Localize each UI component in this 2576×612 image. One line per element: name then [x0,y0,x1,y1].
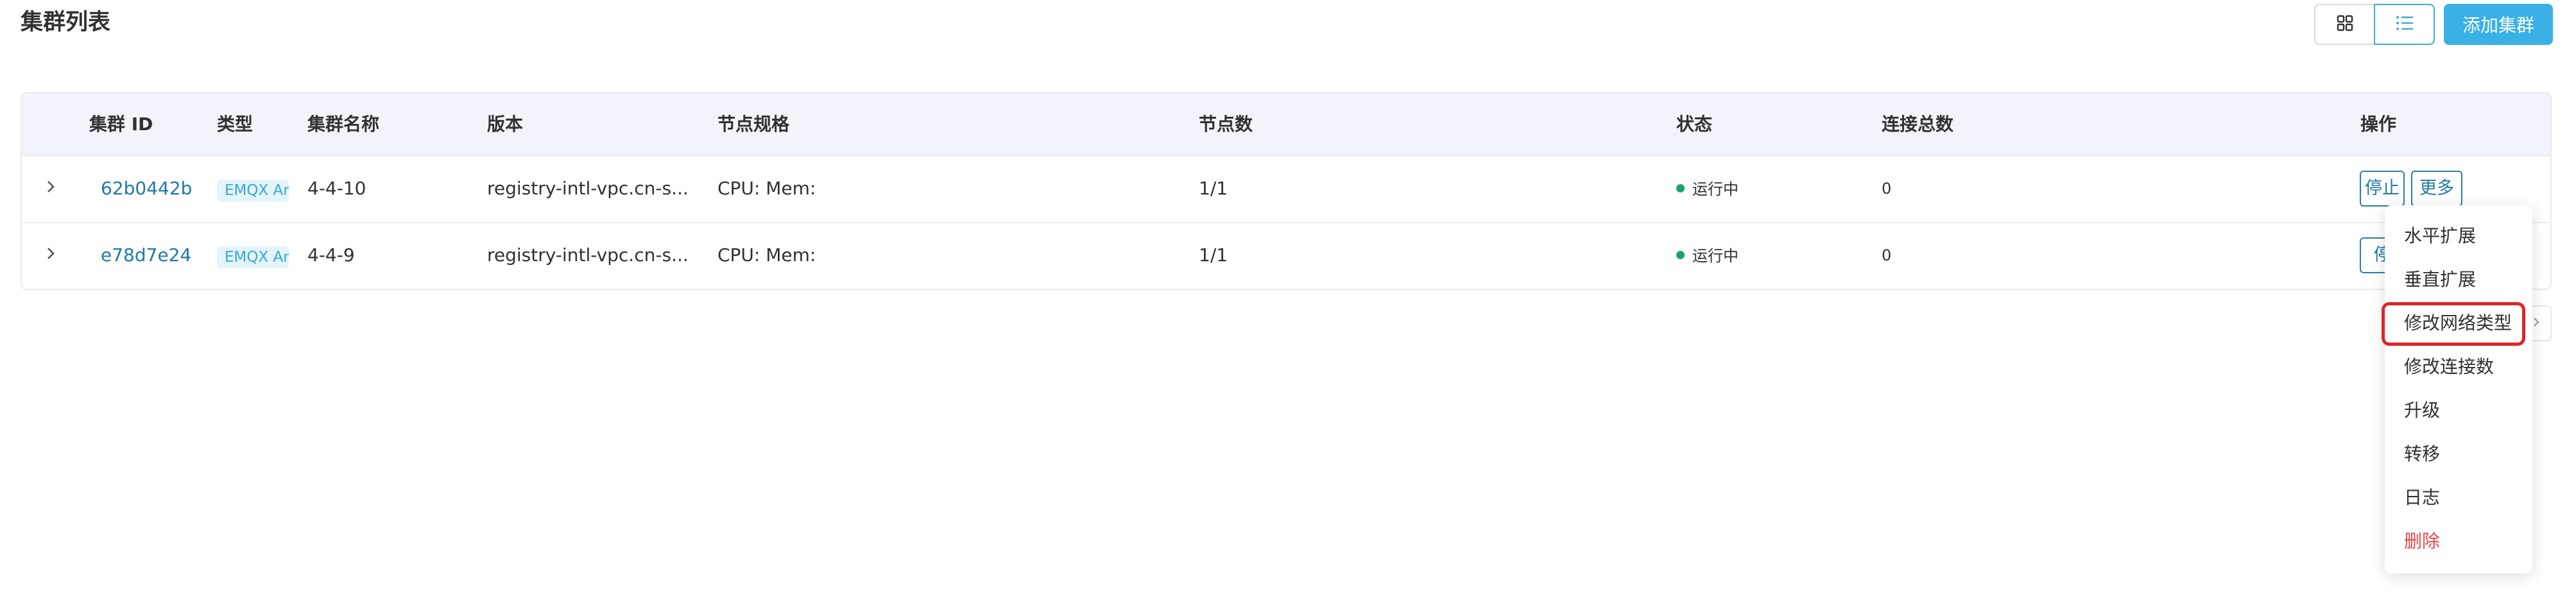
list-view-button[interactable] [2374,4,2435,45]
cluster-id-link[interactable]: e78d7e24 [101,223,191,287]
expand-row-button[interactable] [40,244,62,266]
table-header: 集群 ID 类型 集群名称 版本 节点规格 节点数 状态 连接总数 操作 [22,94,2550,155]
column-header-version: 版本 [487,114,524,135]
cluster-version: registry-intl-vpc.cn-s... [487,178,689,199]
status-dot-icon [1676,250,1685,259]
menu-item-delete[interactable]: 删除 [2385,520,2532,563]
cluster-version: registry-intl-vpc.cn-s... [487,244,689,266]
column-header-status: 状态 [1676,114,1713,135]
list-icon [2395,14,2414,35]
cluster-type-tag: EMQX Ar [217,246,289,268]
column-header-spec: 节点规格 [717,114,790,135]
cluster-name: 4-4-10 [307,178,366,199]
menu-item-horizontal-scale[interactable]: 水平扩展 [2385,214,2532,258]
cluster-type-tag: EMQX Ar [217,180,289,201]
add-cluster-button[interactable]: 添加集群 [2444,4,2553,45]
node-spec: CPU: Mem: [717,244,816,266]
chevron-right-icon [44,246,57,264]
menu-item-logs[interactable]: 日志 [2385,476,2532,520]
grid-view-button[interactable] [2314,4,2375,45]
chevron-right-icon [2532,316,2541,331]
status-text: 运行中 [1692,247,1739,265]
status-dot-icon [1676,183,1685,192]
column-header-connections: 连接总数 [1882,114,1954,135]
node-count: 1/1 [1199,178,1228,199]
chevron-right-icon [44,179,57,197]
status-badge: 运行中 [1676,223,1739,287]
column-header-type: 类型 [217,114,253,135]
expand-row-button[interactable] [40,177,62,199]
menu-item-transfer[interactable]: 转移 [2385,432,2532,476]
menu-item-upgrade[interactable]: 升级 [2385,389,2532,432]
more-actions-dropdown: 水平扩展 垂直扩展 修改网络类型 修改连接数 升级 转移 日志 删除 [2385,205,2532,574]
page-title: 集群列表 [21,10,111,35]
cluster-list-page: 集群列表 添加集群 集群 ID 类型 集群名称 版本 节点规格 节点数 状态 连… [0,0,2576,612]
column-header-id: 集群 ID [89,114,153,135]
column-header-nodes: 节点数 [1199,114,1253,135]
grid-icon [2336,14,2354,35]
column-header-name: 集群名称 [307,114,380,135]
table-row: 62b0442b EMQX Ar 4-4-10 registry-intl-vp… [22,155,2550,222]
column-header-actions: 操作 [2360,114,2397,135]
view-toggle [2314,4,2436,45]
cluster-name: 4-4-9 [307,244,355,266]
table-row: e78d7e24 EMQX Ar 4-4-9 registry-intl-vpc… [22,222,2550,289]
cluster-table: 集群 ID 类型 集群名称 版本 节点规格 节点数 状态 连接总数 操作 62b… [21,92,2552,290]
node-spec: CPU: Mem: [717,178,816,199]
connection-count: 0 [1882,180,1892,198]
menu-item-change-network-type[interactable]: 修改网络类型 [2385,302,2532,345]
stop-button[interactable]: 停止 [2360,171,2405,207]
more-button[interactable]: 更多 [2411,171,2462,207]
status-badge: 运行中 [1676,157,1739,221]
connection-count: 0 [1882,246,1892,264]
node-count: 1/1 [1199,244,1228,266]
status-text: 运行中 [1692,180,1739,198]
menu-item-change-connections[interactable]: 修改连接数 [2385,345,2532,389]
cluster-id-link[interactable]: 62b0442b [101,157,192,221]
menu-item-vertical-scale[interactable]: 垂直扩展 [2385,258,2532,302]
